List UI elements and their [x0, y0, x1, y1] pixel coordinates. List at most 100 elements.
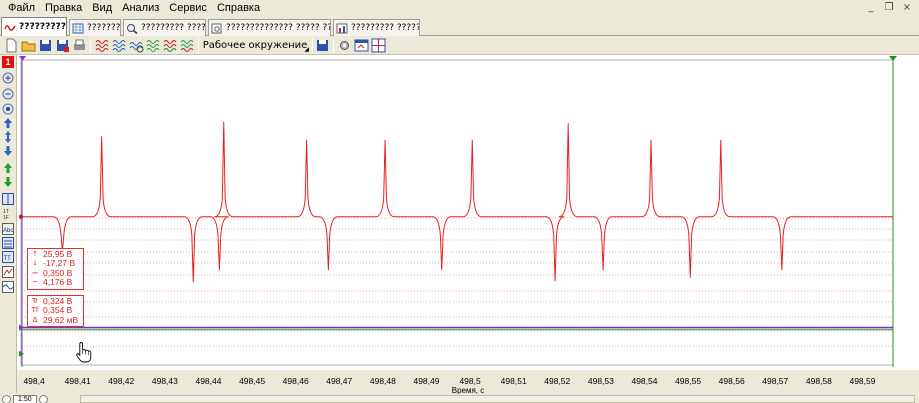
menu-bar: Файл Правка Вид Анализ Сервис Справка _ …	[0, 0, 919, 17]
channel-1-offset-marker	[18, 214, 24, 219]
zoom-out-button[interactable]	[2, 395, 11, 403]
ruler-icon[interactable]	[2, 193, 14, 205]
toolbar-separator	[333, 38, 334, 53]
toolbar-separator	[312, 38, 313, 53]
min-arrow-icon: ⭣	[33, 259, 37, 268]
time-tick-label: 498,48	[369, 376, 396, 386]
time-tick-label: 498,57	[762, 376, 789, 386]
window-controls: _ ❐ ×	[865, 2, 913, 14]
green-arrow-down-icon[interactable]	[2, 176, 14, 188]
svg-text:TT: TT	[4, 256, 12, 262]
measurement-box-voltage[interactable]: ⭡ 25,95 В ⭣ -17,27 В ⎓ 0,350 В ~4,176 В	[27, 248, 84, 290]
time-tick-label: 498,47	[326, 376, 353, 386]
menu-analysis[interactable]: Анализ	[117, 0, 164, 17]
magnifier-icon	[127, 23, 138, 34]
save-as-icon[interactable]	[55, 38, 70, 53]
text-label-icon[interactable]: Abc	[2, 223, 14, 235]
rise-time-icon: Tr	[31, 297, 39, 305]
arrow-up-icon[interactable]	[2, 117, 14, 129]
wave-view-icon[interactable]	[2, 281, 14, 293]
channel-waves-icon-4[interactable]	[146, 38, 161, 53]
dropdown-corner-icon: ◢	[304, 46, 309, 53]
time-tick-label: 498,42	[108, 376, 135, 386]
channel-waves-icon[interactable]	[95, 38, 110, 53]
measure-row-delta: Δ 29,62 мВ	[30, 315, 81, 325]
channel-waves-icon-6[interactable]	[180, 38, 195, 53]
waveform-chart[interactable]	[17, 55, 919, 370]
tab-bar: ??????????? ????????? ????????? ????????…	[0, 17, 919, 36]
measurement-box-timing[interactable]: Tr 0,324 В Tf 0,354 В Δ 29,62 мВ	[27, 295, 84, 328]
measure-table-icon[interactable]	[2, 237, 14, 249]
waveform-icon	[4, 24, 16, 31]
scope-plot-area[interactable]: ⭡ 25,95 В ⭣ -17,27 В ⎓ 0,350 В ~4,176 В Tr 0…	[17, 55, 919, 370]
fall-time-icon: Tf	[31, 306, 39, 315]
green-arrow-up-icon[interactable]	[2, 162, 14, 174]
spectrum-icon[interactable]	[2, 266, 14, 278]
grid-layout-icon[interactable]	[371, 38, 386, 53]
arrows-updown-icon[interactable]	[2, 131, 14, 143]
channel-waves-icon-3[interactable]	[129, 38, 144, 53]
toolbar: Рабочее окружение ◢	[0, 36, 919, 55]
channel-waves-icon-5[interactable]	[163, 38, 178, 53]
left-toolstrip: 1 1T 1F Abc TT	[0, 55, 17, 393]
time-tick-label: 498,52	[544, 376, 571, 386]
horizontal-scrollbar[interactable]	[80, 395, 915, 403]
time-tick-label: 498,53	[587, 376, 614, 386]
save-workspace-icon[interactable]	[315, 38, 330, 53]
save-icon[interactable]	[38, 38, 53, 53]
tab-scope[interactable]: ???????????	[1, 17, 67, 36]
minimize-icon[interactable]: _	[865, 2, 877, 14]
timing-icon[interactable]: TT	[2, 251, 14, 263]
open-folder-icon[interactable]	[21, 38, 36, 53]
ruler-scale-icon[interactable]: 1T1F	[2, 208, 14, 220]
menu-help[interactable]: Справка	[212, 0, 265, 17]
zoom-in-button[interactable]	[38, 395, 48, 403]
tab-2[interactable]: ?????????	[69, 19, 121, 36]
channel-waves-icon-2[interactable]	[112, 38, 127, 53]
zoom-ratio: 1:50	[13, 395, 37, 403]
status-bar: 1:50	[0, 394, 919, 403]
zoom-fit-icon[interactable]	[2, 103, 14, 115]
close-icon[interactable]: ×	[901, 2, 913, 14]
tab-4[interactable]: ?????????????? ????? ?????????	[208, 19, 331, 36]
time-tick-label: 498,58	[805, 376, 832, 386]
time-tick-label: 498,54	[631, 376, 658, 386]
time-tick-label: 498,59	[849, 376, 876, 386]
channel-1-trace	[23, 121, 893, 283]
time-tick-label: 498,46	[282, 376, 309, 386]
menu-file[interactable]: Файл	[3, 0, 40, 17]
tab-5[interactable]: ????????? ??????????	[333, 19, 420, 36]
arrow-down-icon[interactable]	[2, 145, 14, 157]
time-tick-label: 498,4	[23, 376, 45, 386]
chart-icon	[336, 23, 348, 33]
window-layout-icon[interactable]	[354, 38, 369, 53]
restore-icon[interactable]: ❐	[883, 2, 895, 14]
rms-icon: ~	[32, 278, 38, 287]
menu-edit[interactable]: Правка	[40, 0, 87, 17]
toolbar-separator	[198, 38, 199, 53]
delta-icon: Δ	[32, 315, 38, 324]
channel-number-badge[interactable]: 1	[2, 56, 14, 68]
time-tick-label: 498,41	[64, 376, 91, 386]
time-tick-label: 498,45	[239, 376, 266, 386]
tab-3[interactable]: ????????? ?????????	[123, 19, 206, 36]
print-icon[interactable]	[72, 38, 87, 53]
menu-view[interactable]: Вид	[87, 0, 117, 17]
picoscope-window: Файл Правка Вид Анализ Сервис Справка _ …	[0, 0, 919, 403]
new-file-icon[interactable]	[4, 38, 19, 53]
time-axis: 498,4 498,41 498,42 498,43 498,44 498,45 498,4…	[17, 370, 919, 395]
zoom-control: 1:50	[2, 395, 48, 403]
max-arrow-icon: ⭡	[33, 250, 37, 258]
time-tick-label: 498,5	[459, 376, 481, 386]
settings-gear-icon[interactable]	[337, 38, 352, 53]
zoom-in-icon[interactable]	[2, 72, 14, 84]
grid-icon	[72, 23, 84, 33]
toolbar-separator	[90, 38, 91, 53]
workspace-dropdown[interactable]: Рабочее окружение ◢	[200, 37, 310, 54]
menu-service[interactable]: Сервис	[164, 0, 212, 17]
svg-text:Abc: Abc	[3, 228, 13, 234]
zoom-out-icon[interactable]	[2, 88, 14, 100]
mean-icon: ⎓	[32, 268, 38, 277]
plot-frame	[20, 59, 894, 366]
svg-text:1F: 1F	[3, 215, 9, 220]
